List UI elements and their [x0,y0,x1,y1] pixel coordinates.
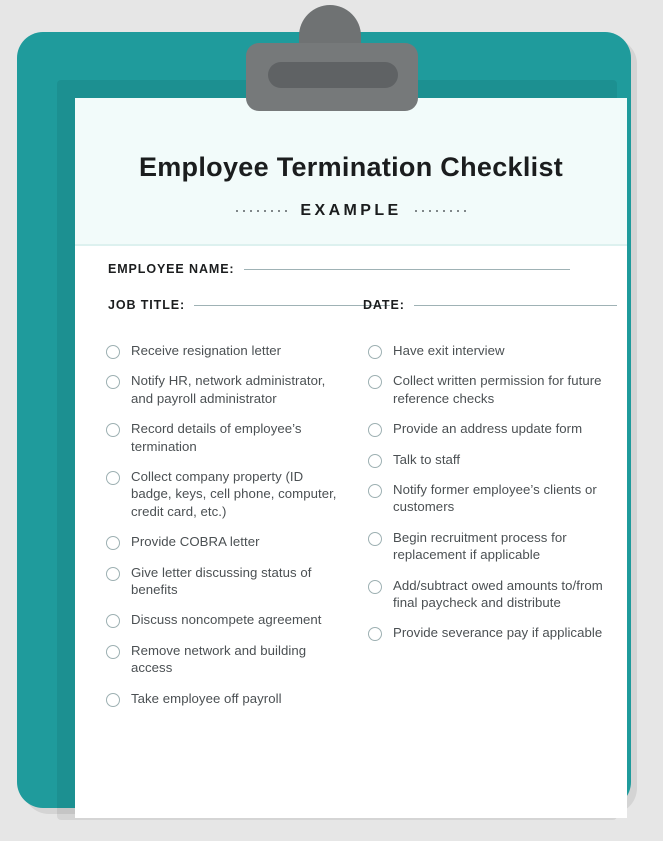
rule-dot [285,210,288,212]
checklist-item[interactable]: Remove network and building access [106,642,338,677]
checklist-column-left: Receive resignation letter Notify HR, net… [106,342,338,720]
checklist-item-label: Provide severance pay if applicable [393,625,603,641]
job-title-input[interactable] [194,305,391,306]
checklist-item[interactable]: Collect company property (ID badge, keys… [106,468,338,520]
checkbox-circle-icon[interactable] [106,345,120,359]
checklist-header: Employee Termination Checklist EXAMPLE [75,98,627,246]
checklist-item-label: Remove network and building access [131,642,307,676]
checklist-item[interactable]: Have exit interview [368,342,603,359]
dotted-rule-right [414,210,466,212]
checkbox-circle-icon[interactable] [106,692,120,707]
checkbox-circle-icon[interactable] [106,614,120,629]
date-label: DATE: [363,298,405,312]
rule-dot [278,210,281,212]
checklist-item-label: Collect written permission for future re… [393,373,602,406]
checklist-item-label: Have exit interview [393,343,505,358]
employee-name-field-row: EMPLOYEE NAME: [108,262,570,276]
clipboard-board: Employee Termination Checklist EXAMPLE E… [17,32,631,820]
rule-dot [449,210,452,212]
checklist-item[interactable]: Receive resignation letter [106,342,338,359]
checkbox-circle-icon[interactable] [106,566,120,581]
job-title-field-row: JOB TITLE: [108,298,391,312]
checklist-item-label: Give letter discussing status of benefit… [131,564,312,598]
rule-dot [243,210,246,212]
checklist-item-label: Provide an address update form [393,421,583,437]
page-title: Employee Termination Checklist [138,152,564,182]
rule-dot [463,210,466,212]
checklist-item[interactable]: Provide an address update form [368,420,603,438]
rule-dot [264,210,267,212]
checklist-item-label: Add/subtract owed amounts to/from final … [393,577,603,611]
rule-dot [414,210,417,212]
dotted-rule-left [236,210,288,212]
checkbox-circle-icon[interactable] [368,484,382,499]
date-field-row: DATE: [363,298,617,312]
checklist-item-label: Collect company property (ID badge, keys… [131,469,337,519]
date-input[interactable] [413,305,617,306]
paper-sheet: Employee Termination Checklist EXAMPLE E… [75,98,627,818]
checklist-item[interactable]: Talk to staff [368,451,603,468]
checkbox-circle-icon[interactable] [368,453,382,468]
checklist-column-right: Have exit interview Collect written permi… [368,342,603,655]
checkbox-circle-icon[interactable] [106,536,120,551]
checklist-item[interactable]: Take employee off payroll [106,690,338,707]
checklist-item[interactable]: Discuss noncompete agreement [106,611,338,629]
example-label: EXAMPLE [300,202,402,219]
checklist-item[interactable]: Provide severance pay if applicable [368,624,603,642]
checkbox-circle-icon[interactable] [368,627,382,642]
rule-dot [456,210,459,212]
checkbox-circle-icon[interactable] [368,345,382,359]
checkbox-circle-icon[interactable] [106,471,120,486]
checklist-item[interactable]: Give letter discussing status of benefit… [106,564,338,599]
checklist-item-label: Talk to staff [393,451,461,467]
checklist-item[interactable]: Provide COBRA letter [106,533,338,551]
checkbox-circle-icon[interactable] [106,423,120,438]
checkbox-circle-icon[interactable] [368,375,382,390]
checkbox-circle-icon[interactable] [106,644,120,659]
rule-dot [271,210,274,212]
checklist-item-label: Record details of employee’s termination [131,421,302,454]
employee-name-label: EMPLOYEE NAME: [108,262,235,276]
rule-dot [257,210,260,212]
checklist-item[interactable]: Notify HR, network administrator, and pa… [106,372,338,407]
rule-dot [250,210,253,212]
checklist-item[interactable]: Notify former employee’s clients or cust… [368,481,603,516]
checklist-item[interactable]: Record details of employee’s termination [106,420,338,455]
checkbox-circle-icon[interactable] [106,375,120,390]
checklist-item-label: Notify HR, network administrator, and pa… [131,373,326,406]
checkbox-circle-icon[interactable] [368,531,382,546]
checklist-item[interactable]: Collect written permission for future re… [368,372,603,407]
checklist-item-label: Discuss noncompete agreement [131,612,322,628]
checklist-item[interactable]: Add/subtract owed amounts to/from final … [368,577,603,612]
checkbox-circle-icon[interactable] [368,579,382,594]
employee-name-input[interactable] [243,269,570,270]
checklist-item-label: Notify former employee’s clients or cust… [393,482,597,515]
checklist-area: Receive resignation letter Notify HR, net… [75,342,627,818]
checklist-item-label: Take employee off payroll [131,690,282,706]
checkbox-circle-icon[interactable] [368,423,382,438]
checklist-item-label: Receive resignation letter [131,343,282,358]
checklist-item-label: Provide COBRA letter [131,534,260,550]
checklist-item-label: Begin recruitment process for replacemen… [393,529,567,563]
rule-dot [428,210,431,212]
rule-dot [442,210,445,212]
checklist-item[interactable]: Begin recruitment process for replacemen… [368,529,603,564]
job-title-label: JOB TITLE: [108,298,186,312]
rule-dot [236,210,239,212]
rule-dot [435,210,438,212]
rule-dot [421,210,424,212]
example-row: EXAMPLE [75,202,627,220]
